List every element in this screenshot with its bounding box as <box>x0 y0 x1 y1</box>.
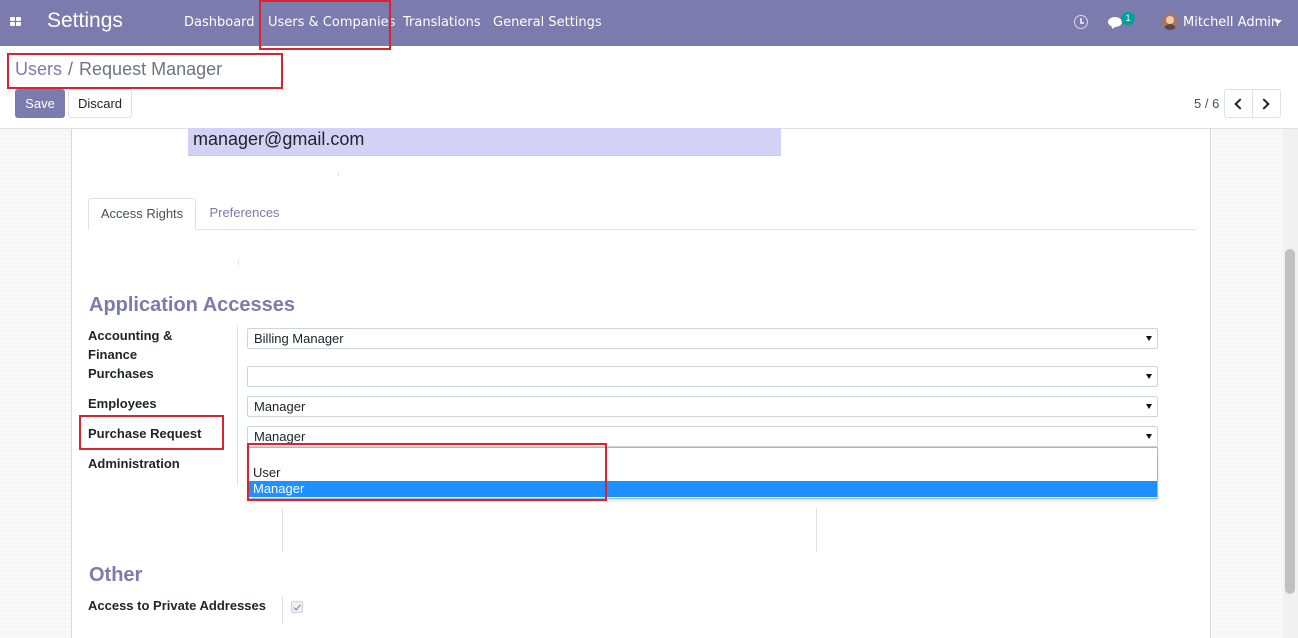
user-avatar[interactable] <box>1162 14 1178 30</box>
dropdown-option-empty[interactable] <box>248 450 1157 466</box>
label-access-private-addresses: Access to Private Addresses <box>88 598 267 613</box>
dropdown-option-manager[interactable]: Manager <box>248 481 1157 497</box>
label-column-divider <box>237 326 238 486</box>
tab-access-rights[interactable]: Access Rights <box>88 198 196 230</box>
app-title: Settings <box>47 9 123 32</box>
label-purchase-request: Purchase Request <box>88 426 202 441</box>
label-purchases: Purchases <box>88 366 154 381</box>
caret-down-icon <box>1146 434 1152 439</box>
caret-down-icon <box>1146 374 1152 379</box>
breadcrumb-separator: / <box>68 59 74 79</box>
pager-next-button[interactable] <box>1252 89 1281 118</box>
caret-down-icon <box>1146 336 1152 341</box>
user-menu-caret-icon[interactable] <box>1274 20 1282 24</box>
divider <box>282 508 283 552</box>
breadcrumb-current: Request Manager <box>79 59 223 79</box>
select-purchases[interactable] <box>247 366 1158 387</box>
divider <box>816 508 817 552</box>
private-addresses-checkbox[interactable] <box>291 601 303 613</box>
dropdown-option-user[interactable]: User <box>248 465 1157 481</box>
scrollbar-thumb[interactable] <box>1285 249 1295 594</box>
user-menu[interactable]: Mitchell Admin <box>1183 15 1279 30</box>
section-title-application-accesses: Application Accesses <box>89 294 296 316</box>
select-value: Manager <box>254 399 306 414</box>
breadcrumb-users-link[interactable]: Users <box>15 59 62 79</box>
purchase-request-dropdown-list: User Manager <box>247 447 1158 499</box>
nav-users-companies[interactable]: Users & Companies <box>268 15 395 30</box>
chat-icon[interactable] <box>1108 17 1122 27</box>
nav-translations[interactable]: Translations <box>403 15 481 30</box>
discard-button[interactable]: Discard <box>68 89 132 118</box>
save-button[interactable]: Save <box>15 89 65 118</box>
nav-dashboard[interactable]: Dashboard <box>184 15 255 30</box>
top-navbar: Settings Dashboard Users & Companies Tra… <box>0 0 1298 46</box>
select-value: Billing Manager <box>254 331 344 346</box>
chat-badge: 1 <box>1121 12 1135 25</box>
nav-general-settings[interactable]: General Settings <box>493 15 602 30</box>
email-field[interactable]: manager@gmail.com <box>188 128 781 156</box>
chevron-left-icon <box>1234 98 1246 110</box>
scrollbar[interactable] <box>1283 129 1298 638</box>
label-accounting-line1: Accounting & <box>88 328 173 343</box>
section-title-other: Other <box>89 564 143 586</box>
label-administration: Administration <box>88 456 180 471</box>
caret-down-icon <box>1146 404 1152 409</box>
label-accounting-finance: Accounting & Finance <box>88 326 173 364</box>
divider <box>338 172 339 176</box>
label-accounting-line2: Finance <box>88 347 138 362</box>
select-accounting-finance[interactable]: Billing Manager <box>247 328 1158 349</box>
select-employees[interactable]: Manager <box>247 396 1158 417</box>
control-panel: Users / Request Manager Save Discard 5 / 6 <box>0 46 1298 129</box>
select-value: Manager <box>254 429 306 444</box>
pager-value[interactable]: 5 / 6 <box>1194 96 1219 111</box>
divider <box>238 260 239 265</box>
label-column-divider <box>282 596 283 624</box>
breadcrumb: Users / Request Manager <box>15 59 222 80</box>
apps-menu-icon[interactable] <box>10 17 22 27</box>
select-purchase-request[interactable]: Manager <box>247 426 1158 447</box>
pager-previous-button[interactable] <box>1224 89 1253 118</box>
activity-clock-icon[interactable] <box>1074 15 1088 29</box>
label-employees: Employees <box>88 396 157 411</box>
tab-preferences[interactable]: Preferences <box>196 198 293 230</box>
chevron-right-icon <box>1258 98 1270 110</box>
